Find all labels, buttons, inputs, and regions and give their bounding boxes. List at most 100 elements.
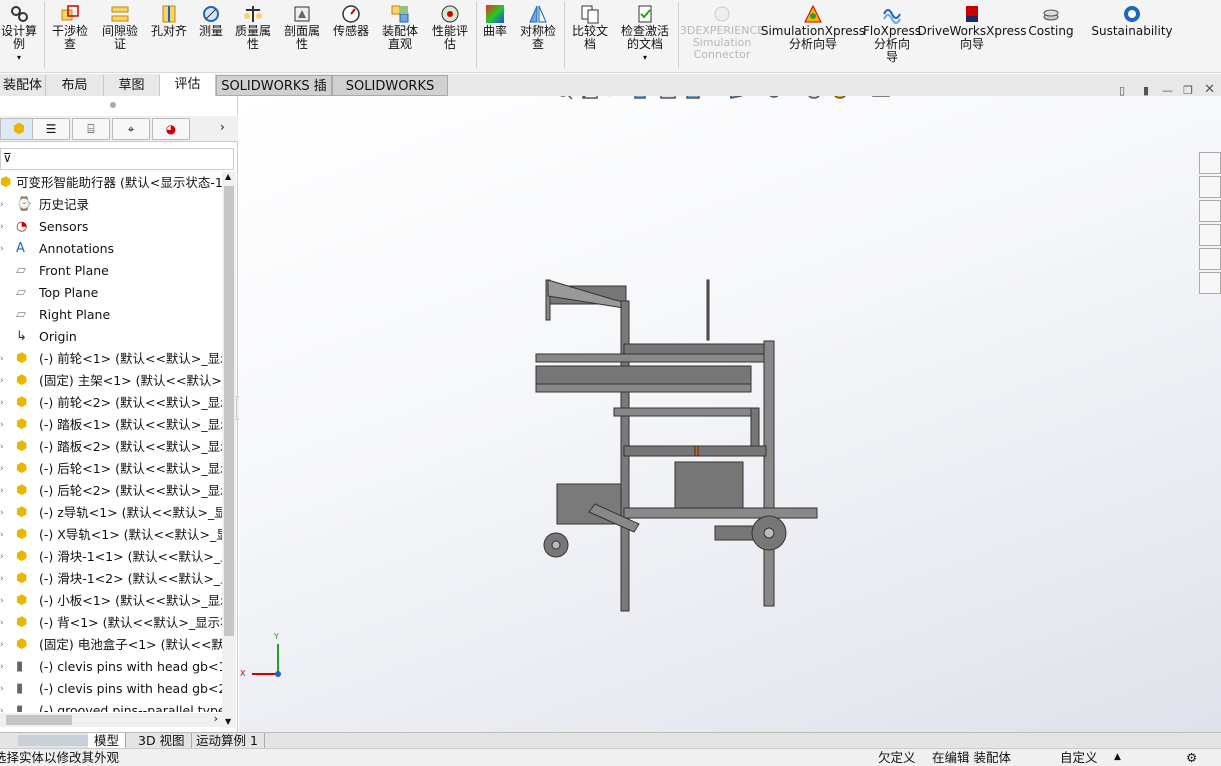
tree-item[interactable]: › ⬢ (-) 后轮<2> (默认<<默认>_显示状: [0, 480, 222, 502]
property-manager-tab[interactable]: ☰: [32, 118, 70, 140]
driveworksxpress-button[interactable]: DriveWorksXpress 向导: [917, 4, 1027, 51]
tree-item[interactable]: › ◔ Sensors: [0, 216, 222, 238]
tab-scroll-arrows[interactable]: [18, 735, 88, 746]
curvature-button[interactable]: 曲率: [480, 4, 510, 38]
chevron-up-icon[interactable]: ▲: [1114, 749, 1121, 766]
tree-item[interactable]: › ⬢ (固定) 电池盒子<1> (默认<<默认: [0, 634, 222, 656]
tree-item[interactable]: › ⬢ (固定) 主架<1> (默认<<默认>_显: [0, 370, 222, 392]
floxpress-button[interactable]: FloXpress 分析向 导: [863, 4, 921, 64]
measure-button[interactable]: 测量: [194, 4, 228, 38]
tree-root-assembly[interactable]: ⬢ 可变形智能助行器 (默认<显示状态-1>: [0, 172, 222, 194]
heads-up-toolbar[interactable]: [557, 96, 890, 100]
assembly-visualization-button[interactable]: 装配体 直观: [378, 4, 422, 51]
tree-item[interactable]: › ⬢ (-) 小板<1> (默认<<默认>_显示状: [0, 590, 222, 612]
sustainability-button[interactable]: Sustainability: [1091, 4, 1173, 38]
tree-item[interactable]: › ⬢ (-) 后轮<1> (默认<<默认>_显示状: [0, 458, 222, 480]
expand-arrow-icon[interactable]: ›: [0, 194, 8, 216]
expand-arrow-icon[interactable]: ›: [0, 480, 8, 502]
tree-item[interactable]: › ⬢ (-) 背<1> (默认<<默认>_显示状态: [0, 612, 222, 634]
tab-model[interactable]: 模型: [88, 733, 127, 749]
tree-item[interactable]: › ⌚ 历史记录: [0, 194, 222, 216]
window-split-icon[interactable]: ▮: [1143, 84, 1149, 97]
tab-sketch[interactable]: 草图: [104, 75, 160, 96]
close-icon[interactable]: ✕: [1204, 82, 1215, 97]
tab-evaluate[interactable]: 评估: [160, 74, 216, 96]
tree-item[interactable]: › ⬢ (-) 滑块-1<1> (默认<<默认>_显示: [0, 546, 222, 568]
scrollbar-thumb[interactable]: [224, 186, 234, 636]
chevron-right-icon[interactable]: ›: [220, 120, 225, 134]
scrollbar-thumb[interactable]: [6, 715, 72, 725]
symmetry-check-button[interactable]: 对称检 查: [516, 4, 560, 51]
tree-item[interactable]: › ⬢ (-) X导轨<1> (默认<<默认>_显示: [0, 524, 222, 546]
simulationxpress-button[interactable]: SimulationXpress 分析向导: [761, 4, 865, 51]
minimize-icon[interactable]: —: [1162, 84, 1173, 97]
expand-arrow-icon[interactable]: ›: [0, 612, 8, 634]
home-icon[interactable]: [1199, 152, 1221, 174]
tree-item[interactable]: ▱ Right Plane: [0, 304, 222, 326]
panel-grip[interactable]: [110, 102, 116, 108]
display-manager-tab[interactable]: ◕: [152, 118, 190, 140]
tab-solidworks-mbd[interactable]: SOLIDWORKS MBD: [332, 75, 448, 115]
tree-item[interactable]: ▱ Top Plane: [0, 282, 222, 304]
configuration-manager-tab[interactable]: ⌸: [72, 118, 110, 140]
compare-documents-button[interactable]: 比较文 档: [568, 4, 612, 51]
performance-evaluation-button[interactable]: 性能评 估: [428, 4, 472, 51]
tab-motion-study[interactable]: 运动算例 1: [190, 733, 265, 749]
expand-arrow-icon[interactable]: ›: [0, 458, 8, 480]
tree-item[interactable]: › ▮ (-) clevis pins with head gb<2>: [0, 678, 222, 700]
tab-solidworks-addins[interactable]: SOLIDWORKS 插件: [216, 75, 332, 115]
tree-filter[interactable]: ⊽: [0, 148, 234, 170]
expand-arrow-icon[interactable]: ›: [0, 678, 8, 700]
clearance-verification-button[interactable]: 间隙验 证: [98, 4, 142, 51]
scroll-up-icon[interactable]: ▲: [225, 172, 231, 181]
tree-item[interactable]: › ⬢ (-) 踏板<1> (默认<<默认>_显示状: [0, 414, 222, 436]
tree-item[interactable]: › ⬢ (-) 滑块-1<2> (默认<<默认>_显示: [0, 568, 222, 590]
tree-item[interactable]: › ▮ (-) clevis pins with head gb<1>: [0, 656, 222, 678]
expand-arrow-icon[interactable]: ›: [0, 216, 8, 238]
scroll-right-icon[interactable]: ›: [214, 712, 218, 725]
expand-arrow-icon[interactable]: ›: [0, 524, 8, 546]
expand-arrow-icon[interactable]: ›: [0, 700, 8, 712]
dimxpert-tab[interactable]: ⌖: [112, 118, 150, 140]
tab-assembly[interactable]: 装配体: [0, 75, 46, 96]
rebuild-icon[interactable]: ⚙: [1186, 749, 1197, 766]
expand-arrow-icon[interactable]: ›: [0, 546, 8, 568]
appearances-icon[interactable]: [1199, 248, 1221, 270]
expand-arrow-icon[interactable]: ›: [0, 634, 8, 656]
expand-arrow-icon[interactable]: ›: [0, 590, 8, 612]
file-explorer-icon[interactable]: [1199, 200, 1221, 222]
scroll-down-icon[interactable]: ▼: [225, 717, 231, 726]
expand-arrow-icon[interactable]: ›: [0, 502, 8, 524]
tree-item[interactable]: › ⬢ (-) 踏板<2> (默认<<默认>_显示状: [0, 436, 222, 458]
expand-arrow-icon[interactable]: ›: [0, 392, 8, 414]
tree-vertical-scrollbar[interactable]: ▲ ▼: [222, 172, 236, 728]
hole-alignment-button[interactable]: 孔对齐: [148, 4, 190, 38]
expand-arrow-icon[interactable]: ›: [0, 656, 8, 678]
tree-horizontal-scrollbar[interactable]: ›: [0, 712, 222, 727]
tree-item[interactable]: ↳ Origin: [0, 326, 222, 348]
sensor-button[interactable]: 传感器: [330, 4, 372, 38]
graphics-area[interactable]: Y X ▯ ▮ — ❐ ✕: [239, 82, 1221, 732]
tree-item[interactable]: › ⬢ (-) z导轨<1> (默认<<默认>_显示: [0, 502, 222, 524]
expand-arrow-icon[interactable]: ›: [0, 414, 8, 436]
view-palette-icon[interactable]: [1199, 224, 1221, 246]
tree-item[interactable]: › A Annotations: [0, 238, 222, 260]
expand-arrow-icon[interactable]: ›: [0, 436, 8, 458]
3dexperience-connector-button[interactable]: 3DEXPERIENCE Simulation Connector: [680, 4, 764, 61]
expand-arrow-icon[interactable]: ›: [0, 370, 8, 392]
walker-assembly-model[interactable]: [535, 279, 818, 612]
expand-arrow-icon[interactable]: ›: [0, 238, 8, 260]
mass-properties-button[interactable]: 质量属 性: [232, 4, 274, 51]
tree-item[interactable]: ▱ Front Plane: [0, 260, 222, 282]
check-active-document-button[interactable]: 检查激活 的文档 ▾: [616, 4, 674, 64]
design-library-icon[interactable]: [1199, 176, 1221, 198]
expand-arrow-icon[interactable]: ›: [0, 568, 8, 590]
restore-icon[interactable]: ❐: [1183, 84, 1193, 97]
expand-arrow-icon[interactable]: ›: [0, 348, 8, 370]
unit-system[interactable]: 自定义: [1060, 749, 1098, 766]
tree-item[interactable]: › ⬢ (-) 前轮<1> (默认<<默认>_显示状: [0, 348, 222, 370]
tree-item[interactable]: › ▮ (-) grooved pins--parallel type: [0, 700, 222, 712]
custom-properties-icon[interactable]: [1199, 272, 1221, 294]
design-study-button[interactable]: 设计算 例 ▾: [0, 4, 38, 64]
tab-3d-view[interactable]: 3D 视图: [132, 733, 192, 749]
